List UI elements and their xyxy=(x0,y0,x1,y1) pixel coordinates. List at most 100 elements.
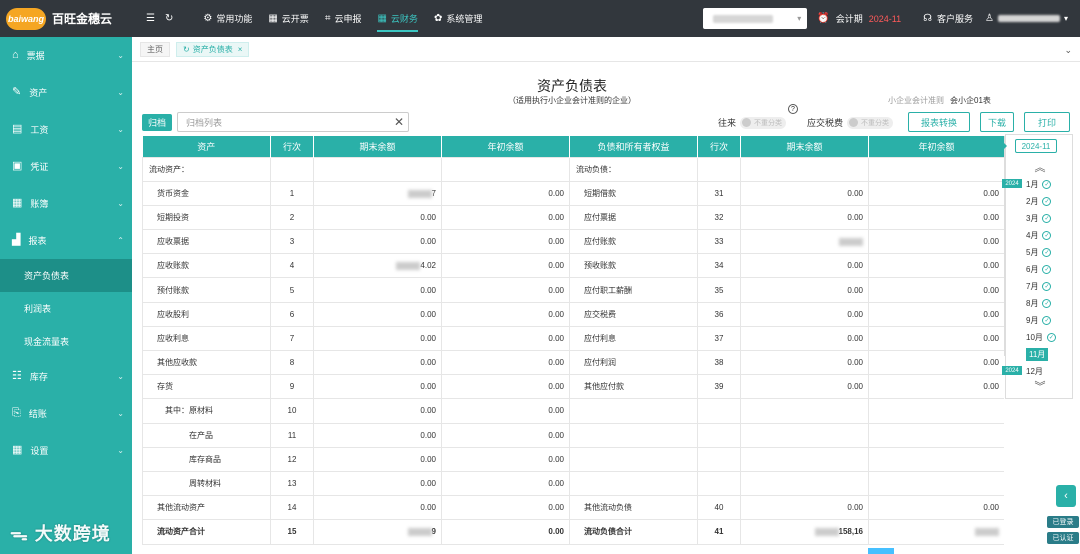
double-chevron-up-icon[interactable]: ︽ xyxy=(1006,159,1074,175)
liability-line[interactable]: 37 xyxy=(697,325,741,352)
asset-name[interactable]: 其中：原材料 xyxy=(142,398,271,424)
asset-end[interactable]: 0.00 xyxy=(313,495,442,521)
accounting-period[interactable]: ⏰ 会计期 2024-11 xyxy=(817,12,901,25)
asset-end[interactable]: 0.00 xyxy=(313,301,442,327)
liability-end[interactable]: 0.00 xyxy=(740,495,869,521)
month-item[interactable]: 12月 xyxy=(1026,364,1066,378)
liability-line[interactable]: 32 xyxy=(697,204,741,231)
tab-balance-sheet[interactable]: ↻ 资产负债表 × xyxy=(176,41,250,57)
sidebar-item-voucher[interactable]: ▣ 凭证 ⌄ xyxy=(0,148,132,185)
asset-begin[interactable]: 0.00 xyxy=(441,470,570,497)
liability-begin[interactable]: 0.00 xyxy=(868,204,1004,231)
sidebar-item-inventory[interactable]: ☷ 库存 ⌄ xyxy=(0,358,132,395)
asset-begin[interactable]: 0.00 xyxy=(441,374,570,400)
asset-line[interactable]: 10 xyxy=(270,398,314,424)
asset-line[interactable]: 11 xyxy=(270,422,314,448)
asset-end[interactable]: 0.00 xyxy=(313,374,442,400)
month-item[interactable]: 7月 ✓ xyxy=(1026,279,1066,293)
sidebar-sub-income[interactable]: 利润表 xyxy=(0,292,132,325)
liability-line[interactable]: 39 xyxy=(697,374,741,400)
asset-name[interactable]: 应收利息 xyxy=(142,325,271,352)
asset-line[interactable]: 9 xyxy=(270,374,314,400)
liability-end[interactable] xyxy=(740,470,869,497)
asset-end[interactable]: 4.02 xyxy=(313,253,442,279)
menu-icon[interactable]: ☰ xyxy=(146,13,155,24)
sidebar-item-settings[interactable]: ▦ 设置 ⌄ xyxy=(0,432,132,469)
nav-declare[interactable]: ⌗ 云申报 xyxy=(325,0,362,37)
liability-end[interactable]: 0.00 xyxy=(740,374,869,400)
asset-line[interactable]: 2 xyxy=(270,204,314,231)
asset-line[interactable]: 14 xyxy=(270,495,314,521)
asset-begin[interactable]: 0.00 xyxy=(441,229,570,255)
chevron-down-icon[interactable]: ⌄ xyxy=(1064,45,1072,56)
liability-name[interactable]: 应付利润 xyxy=(569,349,698,376)
toggle-switch[interactable]: 不重分类 xyxy=(847,116,894,129)
liability-begin[interactable]: 0.00 xyxy=(868,253,1004,279)
asset-line[interactable]: 7 xyxy=(270,325,314,352)
liability-end[interactable]: 0.00 xyxy=(740,253,869,279)
asset-begin[interactable]: 0.00 xyxy=(441,519,570,545)
asset-line[interactable]: 8 xyxy=(270,349,314,376)
liability-begin[interactable] xyxy=(868,422,1004,448)
month-item[interactable]: 9月 ✓ xyxy=(1026,313,1066,327)
asset-name[interactable]: 流动资产： xyxy=(142,156,271,182)
asset-line[interactable] xyxy=(270,156,314,182)
liability-name[interactable]: 应交税费 xyxy=(569,301,698,327)
company-selector[interactable]: ▾ xyxy=(703,8,808,29)
customer-service[interactable]: ☊ 客户服务 xyxy=(923,12,973,25)
chevron-left-icon[interactable]: ‹ xyxy=(1056,485,1076,507)
user-menu[interactable]: ♙ ▾ xyxy=(985,13,1068,24)
liability-begin[interactable]: 0.00 xyxy=(868,325,1004,352)
liability-line[interactable]: 35 xyxy=(697,277,741,303)
liability-name[interactable]: 其他应付款 xyxy=(569,374,698,400)
archive-button[interactable]: 归档 xyxy=(142,114,172,131)
double-chevron-down-icon[interactable]: ︾ xyxy=(1006,378,1074,394)
asset-name[interactable]: 存货 xyxy=(142,374,271,400)
liability-end[interactable]: 0.00 xyxy=(740,277,869,303)
liability-begin[interactable]: 0.00 xyxy=(868,180,1004,206)
asset-name[interactable]: 短期投资 xyxy=(142,204,271,231)
asset-name[interactable]: 应收股利 xyxy=(142,301,271,327)
liability-line[interactable] xyxy=(697,398,741,424)
help-icon[interactable]: ? xyxy=(788,104,798,114)
liability-line[interactable]: 36 xyxy=(697,301,741,327)
asset-begin[interactable]: 0.00 xyxy=(441,422,570,448)
asset-line[interactable]: 5 xyxy=(270,277,314,303)
tab-home[interactable]: 主页 xyxy=(140,41,170,57)
liability-line[interactable]: 41 xyxy=(697,519,741,545)
liability-name[interactable]: 流动负债合计 xyxy=(569,519,698,545)
sidebar-item-reports[interactable]: ▟ 报表 ⌃ xyxy=(0,222,132,259)
asset-end[interactable]: 0.00 xyxy=(313,325,442,352)
asset-end[interactable]: 0.00 xyxy=(313,229,442,255)
liability-line[interactable]: 40 xyxy=(697,495,741,521)
month-item[interactable]: 10月 ✓ xyxy=(1026,330,1066,344)
liability-end[interactable] xyxy=(740,229,869,255)
liability-name[interactable]: 应付职工薪酬 xyxy=(569,277,698,303)
asset-name[interactable]: 其他流动资产 xyxy=(142,495,271,521)
asset-begin[interactable]: 0.00 xyxy=(441,446,570,472)
asset-line[interactable]: 4 xyxy=(270,253,314,279)
liability-begin[interactable]: 0.00 xyxy=(868,229,1004,255)
liability-begin[interactable] xyxy=(868,470,1004,497)
asset-name[interactable]: 预付账款 xyxy=(142,277,271,303)
month-item[interactable]: 1月 ✓ xyxy=(1026,177,1066,191)
liability-begin[interactable] xyxy=(868,156,1004,182)
asset-begin[interactable]: 0.00 xyxy=(441,180,570,206)
liability-name[interactable] xyxy=(569,422,698,448)
liability-name[interactable]: 短期借款 xyxy=(569,180,698,206)
asset-name[interactable]: 流动资产合计 xyxy=(142,519,271,545)
asset-line[interactable]: 1 xyxy=(270,180,314,206)
asset-end[interactable]: 0.00 xyxy=(313,349,442,376)
refresh-icon[interactable]: ↻ xyxy=(165,13,173,24)
liability-name[interactable]: 预收账款 xyxy=(569,253,698,279)
nav-common[interactable]: ⚙ 常用功能 xyxy=(203,0,252,37)
liability-line[interactable] xyxy=(697,470,741,497)
asset-begin[interactable]: 0.00 xyxy=(441,277,570,303)
asset-end[interactable]: 0.00 xyxy=(313,277,442,303)
liability-end[interactable]: 0.00 xyxy=(740,180,869,206)
liability-line[interactable]: 33 xyxy=(697,229,741,255)
asset-end[interactable]: 9 xyxy=(313,519,442,545)
asset-end[interactable]: 0.00 xyxy=(313,398,442,424)
asset-line[interactable]: 6 xyxy=(270,301,314,327)
month-item[interactable]: 3月 ✓ xyxy=(1026,211,1066,225)
